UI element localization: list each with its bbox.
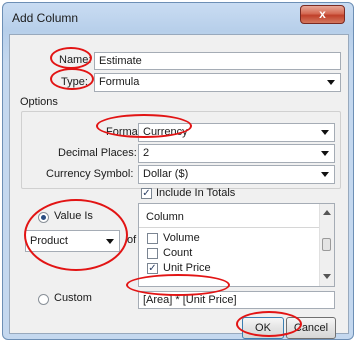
ok-button[interactable]: OK xyxy=(242,317,284,339)
column-list-scrollbar[interactable] xyxy=(319,204,334,286)
scroll-up-icon[interactable] xyxy=(323,210,331,215)
column-item-count-checkbox[interactable] xyxy=(147,248,158,259)
chevron-down-icon xyxy=(321,172,329,177)
value-is-label: Value Is xyxy=(54,210,93,222)
chevron-down-icon xyxy=(106,239,114,244)
column-list-header: Column xyxy=(146,211,184,223)
currency-symbol-label: Currency Symbol: xyxy=(46,168,134,180)
operation-value: Product xyxy=(30,235,68,247)
options-group-label: Options xyxy=(20,96,58,108)
list-header-divider xyxy=(139,227,320,228)
chevron-down-icon xyxy=(321,130,329,135)
currency-symbol-value: Dollar ($) xyxy=(143,168,189,180)
column-item-unit-price-checkbox[interactable]: ✓ xyxy=(147,263,158,274)
column-item-volume-checkbox[interactable] xyxy=(147,233,158,244)
radio-selected-dot xyxy=(41,215,46,220)
cancel-button[interactable]: Cancel xyxy=(286,317,336,339)
add-column-dialog: Add Column x Name: Estimate Type: Formul… xyxy=(2,2,354,340)
checkmark-icon: ✓ xyxy=(142,188,151,199)
decimal-places-select[interactable]: 2 xyxy=(138,144,335,163)
custom-label: Custom xyxy=(54,292,92,304)
chevron-down-icon xyxy=(321,151,329,156)
column-item-unit-price-label: Unit Price xyxy=(163,262,211,274)
column-item-volume-label: Volume xyxy=(163,232,200,244)
of-label: of xyxy=(127,234,137,246)
type-label: Type: xyxy=(61,76,88,88)
decimal-places-label: Decimal Places: xyxy=(58,147,137,159)
chevron-down-icon xyxy=(327,80,335,85)
checkmark-icon: ✓ xyxy=(148,263,157,274)
scroll-down-icon[interactable] xyxy=(323,274,331,279)
format-select[interactable]: Currency xyxy=(138,123,335,142)
window-title: Add Column xyxy=(12,11,79,25)
include-in-totals-checkbox[interactable]: ✓ xyxy=(141,188,152,199)
close-icon: x xyxy=(319,7,326,21)
custom-formula-field[interactable]: [Area] * [Unit Price] xyxy=(138,291,335,309)
type-select[interactable]: Formula xyxy=(94,73,341,92)
scroll-thumb[interactable] xyxy=(322,238,331,251)
currency-symbol-select[interactable]: Dollar ($) xyxy=(138,165,335,184)
column-list[interactable]: Column Volume Count ✓ Unit Price xyxy=(138,203,335,287)
name-field[interactable]: Estimate xyxy=(94,52,341,70)
type-value: Formula xyxy=(99,76,140,88)
name-label: Name: xyxy=(59,54,92,66)
title-bar[interactable]: Add Column x xyxy=(3,3,353,33)
dialog-body: Name: Estimate Type: Formula Options For… xyxy=(9,34,349,339)
include-in-totals-label: Include In Totals xyxy=(156,187,236,199)
operation-select[interactable]: Product xyxy=(25,230,120,252)
decimal-places-value: 2 xyxy=(143,147,150,159)
custom-radio[interactable] xyxy=(38,294,49,305)
format-value: Currency xyxy=(143,126,188,138)
close-button[interactable]: x xyxy=(300,5,345,24)
value-is-radio[interactable] xyxy=(38,212,49,223)
column-item-count-label: Count xyxy=(163,247,193,259)
